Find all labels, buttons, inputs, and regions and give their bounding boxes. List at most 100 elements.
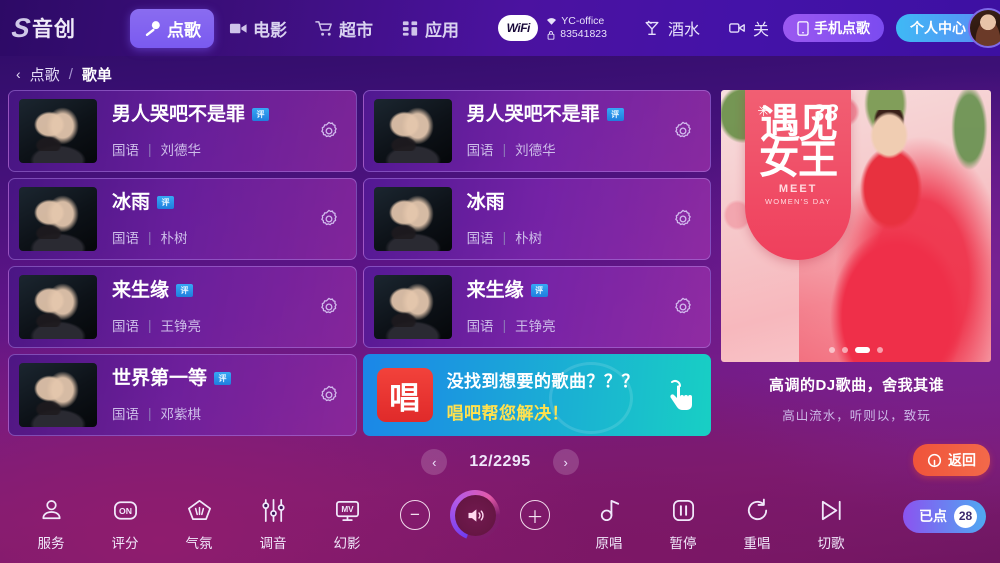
- user-center-label: 个人中心: [910, 20, 966, 36]
- toolbar-equalizer[interactable]: 调音: [236, 497, 310, 552]
- poster-carousel[interactable]: ✳ 38 遇见 女王 MEET WOMEN'S DAY: [721, 90, 992, 362]
- toolbar-atmosphere[interactable]: 气氛: [162, 497, 236, 552]
- nav-item-movies[interactable]: 电影: [216, 9, 300, 48]
- promo-banner[interactable]: 唱 没找到想要的歌曲？？？ 唱吧帮您解决！: [362, 354, 712, 436]
- back-circle-icon: [927, 453, 942, 468]
- song-row[interactable]: 世界第一等 评 国语 | 邓紫棋: [8, 354, 357, 436]
- queued-songs-button[interactable]: 已点 28: [903, 499, 986, 533]
- divider: |: [148, 405, 152, 421]
- song-badge-icon: 评: [530, 284, 548, 297]
- song-row[interactable]: 来生缘 评 国语 | 王铮亮: [8, 266, 357, 348]
- promo-poster-panel: ✳ 38 遇见 女王 MEET WOMEN'S DAY 高调的DJ歌曲，舍我其谁…: [721, 90, 992, 438]
- song-meta: 来生缘 评 国语 | 王铮亮: [452, 279, 673, 336]
- pagination-next-button[interactable]: ›: [552, 449, 579, 475]
- song-meta: 男人哭吧不是罪 评 国语 | 刘德华: [452, 103, 673, 160]
- toolbar-original-vocal[interactable]: 原唱: [572, 497, 646, 552]
- song-artist: 朴树: [515, 231, 543, 247]
- avatar[interactable]: [968, 8, 1000, 48]
- poster-number: 38: [811, 100, 839, 127]
- song-badge-icon: 评: [157, 196, 175, 209]
- breadcrumb-back-icon[interactable]: ‹: [16, 66, 21, 82]
- song-language: 国语: [112, 407, 139, 423]
- toolbar-next-song[interactable]: 切歌: [794, 497, 868, 552]
- gear-icon[interactable]: [672, 208, 694, 230]
- nav-item-camera-off[interactable]: 关: [714, 16, 783, 40]
- gear-icon[interactable]: [318, 208, 340, 230]
- song-thumbnail: [19, 363, 97, 427]
- back-button[interactable]: 返回: [913, 444, 990, 476]
- nav-item-supermarket[interactable]: 超市: [302, 9, 386, 48]
- gear-icon[interactable]: [672, 120, 694, 142]
- song-row[interactable]: 冰雨 国语 | 朴树: [362, 178, 712, 260]
- nav-item-apps[interactable]: 应用: [388, 9, 472, 48]
- toolbar-atmosphere-label: 气氛: [185, 535, 213, 551]
- promo-text: 没找到想要的歌曲？？？ 唱吧帮您解决！: [447, 367, 640, 424]
- back-button-label: 返回: [948, 452, 976, 468]
- app-logo[interactable]: S 音创: [9, 12, 130, 43]
- volume-dial[interactable]: [450, 490, 500, 540]
- bottom-toolbar: 服务 ON 评分 气氛 调音 MV 幻影 − ＋ 原唱 暂停 重唱 切歌 已点 …: [0, 485, 1000, 563]
- mv-screen-icon: MV: [334, 497, 361, 525]
- toolbar-original-vocal-label: 原唱: [595, 535, 623, 551]
- song-artist: 朴树: [160, 231, 188, 247]
- carousel-dot[interactable]: [877, 347, 884, 353]
- divider: |: [502, 229, 507, 245]
- volume-down-button[interactable]: −: [400, 500, 430, 530]
- gear-icon[interactable]: [318, 296, 340, 318]
- toolbar-pause[interactable]: 暂停: [646, 497, 720, 552]
- nav-item-supermarket-label: 超市: [339, 20, 373, 40]
- breadcrumb-parent[interactable]: 点歌: [30, 64, 60, 85]
- wifi-info[interactable]: WiFi YC-office 83541823: [498, 15, 607, 41]
- queued-songs-label: 已点: [919, 508, 947, 524]
- cart-icon: [315, 19, 334, 38]
- toolbar-service[interactable]: 服务: [14, 497, 88, 552]
- song-title-row: 来生缘 评: [467, 279, 673, 303]
- volume-up-button[interactable]: ＋: [520, 500, 550, 530]
- user-center-button[interactable]: 个人中心: [896, 8, 1000, 48]
- poster-title-tag: ✳ 38 遇见 女王 MEET WOMEN'S DAY: [745, 90, 852, 260]
- phone-icon: [797, 20, 809, 36]
- breadcrumb: ‹ 点歌 / 歌单: [0, 56, 1000, 90]
- cocktail-icon: [643, 19, 662, 38]
- song-row[interactable]: 男人哭吧不是罪 评 国语 | 刘德华: [8, 90, 357, 172]
- toolbar-score[interactable]: ON 评分: [88, 497, 162, 552]
- wifi-password: 83541823: [560, 28, 607, 40]
- song-title-row: 世界第一等 评: [112, 367, 318, 391]
- gear-icon[interactable]: [318, 120, 340, 142]
- main-nav-items: 点歌 电影 超市 应用: [130, 8, 472, 48]
- logo-mark-icon: S: [9, 12, 31, 43]
- song-row[interactable]: 冰雨 评 国语 | 朴树: [8, 178, 357, 260]
- song-title-row: 来生缘 评: [112, 279, 318, 303]
- wifi-badge-icon: WiFi: [498, 15, 539, 41]
- phone-order-button[interactable]: 手机点歌: [783, 14, 884, 42]
- song-subtitle: 国语 | 刘德华: [467, 139, 673, 159]
- carousel-dot-active[interactable]: [855, 347, 871, 353]
- song-subtitle: 国语 | 朴树: [467, 227, 673, 247]
- wifi-signal-icon: [546, 17, 557, 26]
- song-row[interactable]: 男人哭吧不是罪 评 国语 | 刘德华: [362, 90, 712, 172]
- song-row[interactable]: 来生缘 评 国语 | 王铮亮: [362, 266, 712, 348]
- mic-icon: [143, 19, 162, 38]
- pagination-prev-button[interactable]: ‹: [421, 449, 448, 475]
- song-title-row: 冰雨 评: [112, 191, 318, 215]
- nav-item-drinks[interactable]: 酒水: [629, 16, 714, 40]
- nav-item-songs[interactable]: 点歌: [130, 8, 214, 48]
- gear-icon[interactable]: [672, 296, 694, 318]
- carousel-dots: [721, 347, 991, 353]
- carousel-dot[interactable]: [829, 347, 836, 353]
- toolbar-replay[interactable]: 重唱: [720, 497, 794, 552]
- volume-controls: − ＋: [400, 490, 550, 540]
- carousel-dot[interactable]: [842, 347, 849, 353]
- poster-en-line-2: WOMEN'S DAY: [765, 196, 832, 206]
- song-subtitle: 国语 | 王铮亮: [112, 315, 318, 335]
- original-vocal-icon: [596, 497, 623, 525]
- song-thumbnail: [373, 275, 452, 339]
- ktv-screen: S 音创 点歌 电影 超市 应用 WiFi YC-office 83541823…: [0, 0, 1000, 563]
- song-title-row: 冰雨: [467, 191, 673, 215]
- camera-icon: [728, 19, 747, 38]
- toolbar-mv-effect[interactable]: MV 幻影: [310, 497, 384, 552]
- song-thumbnail: [19, 275, 97, 339]
- gear-icon[interactable]: [318, 384, 340, 406]
- toolbar-service-label: 服务: [37, 535, 65, 551]
- song-meta: 冰雨 国语 | 朴树: [452, 191, 673, 248]
